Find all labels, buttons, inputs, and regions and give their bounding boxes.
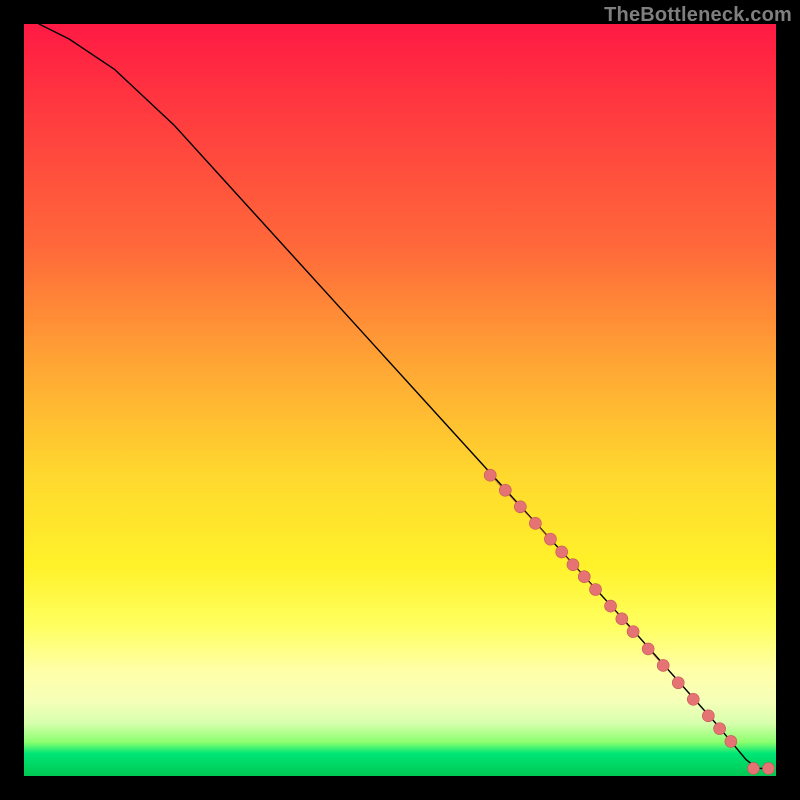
highlight-point bbox=[642, 643, 654, 655]
chart-overlay bbox=[24, 24, 776, 776]
highlight-point bbox=[544, 533, 556, 545]
highlight-point bbox=[714, 723, 726, 735]
highlight-point bbox=[747, 762, 759, 774]
highlight-point bbox=[725, 735, 737, 747]
chart-plot-area bbox=[24, 24, 776, 776]
highlight-pill bbox=[562, 552, 596, 590]
highlight-point bbox=[762, 762, 774, 774]
highlight-point bbox=[514, 501, 526, 513]
highlight-point bbox=[590, 584, 602, 596]
highlight-point bbox=[529, 517, 541, 529]
highlight-point bbox=[687, 693, 699, 705]
watermark-text: TheBottleneck.com bbox=[604, 4, 792, 27]
highlight-point bbox=[627, 626, 639, 638]
highlight-point bbox=[567, 559, 579, 571]
highlight-point bbox=[616, 613, 628, 625]
highlight-point bbox=[499, 484, 511, 496]
chart-stage: TheBottleneck.com bbox=[0, 0, 800, 800]
highlight-point bbox=[605, 600, 617, 612]
bottleneck-curve bbox=[39, 24, 768, 768]
highlight-point bbox=[484, 469, 496, 481]
highlight-point bbox=[672, 677, 684, 689]
highlight-point bbox=[702, 710, 714, 722]
highlight-point bbox=[578, 571, 590, 583]
highlight-point bbox=[556, 546, 568, 558]
highlight-point bbox=[657, 659, 669, 671]
